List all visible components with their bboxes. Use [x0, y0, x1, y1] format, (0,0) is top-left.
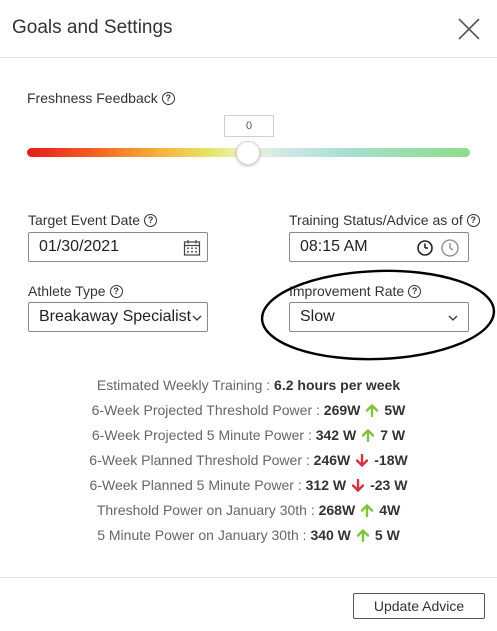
stat-change: -18W [374, 452, 408, 468]
dialog-header: Goals and Settings [0, 0, 497, 58]
stat-label: 6-Week Planned 5 Minute Power : [89, 477, 302, 493]
freshness-slider-thumb[interactable] [236, 141, 260, 165]
training-status-label: Training Status/Advice as of [289, 212, 463, 228]
stat-change: 5W [384, 402, 406, 418]
help-icon[interactable]: ? [109, 284, 123, 298]
stat-row: 5 Minute Power on January 30th : 340 W 5 … [0, 527, 497, 543]
target-event-date-input[interactable]: 01/30/2021 [28, 232, 208, 262]
clock-icon[interactable] [440, 238, 460, 258]
stat-row: 6-Week Projected 5 Minute Power : 342 W 7… [0, 427, 497, 443]
stat-value: 268W [318, 502, 356, 518]
help-icon[interactable]: ? [161, 91, 175, 105]
stat-label: 5 Minute Power on January 30th : [97, 527, 307, 543]
freshness-label: Freshness Feedback [27, 90, 158, 106]
training-status-label-row: Training Status/Advice as of ? [289, 212, 480, 228]
stat-label: 6-Week Planned Threshold Power : [89, 452, 310, 468]
arrow-up-icon [366, 404, 379, 417]
stat-row: Threshold Power on January 30th : 268W 4W [0, 502, 497, 518]
freshness-label-row: Freshness Feedback ? [27, 90, 175, 106]
stat-value: 342 W [315, 427, 357, 443]
stat-change: 5 W [374, 527, 400, 543]
stat-change: 7 W [380, 427, 406, 443]
close-icon [458, 18, 480, 40]
training-status-time-input[interactable]: 08:15 AM [289, 232, 469, 262]
stat-value: 312 W [305, 477, 347, 493]
arrow-up-icon [362, 429, 375, 442]
athlete-type-value: Breakaway Specialist [39, 308, 192, 325]
stat-label: 6-Week Projected 5 Minute Power : [91, 427, 312, 443]
help-icon[interactable]: ? [144, 213, 158, 227]
arrow-down-icon [356, 454, 369, 467]
annotation-ellipse [260, 269, 496, 361]
clock-icon [417, 240, 433, 256]
athlete-type-label-row: Athlete Type ? [28, 283, 123, 299]
stat-row: 6-Week Planned 5 Minute Power : 312 W -23… [0, 477, 497, 493]
stat-label: Threshold Power on January 30th : [96, 502, 315, 518]
target-event-date-value: 01/30/2021 [39, 238, 120, 255]
stat-label: Estimated Weekly Training : [96, 377, 271, 393]
athlete-type-select[interactable]: Breakaway Specialist [28, 302, 208, 332]
dialog-title: Goals and Settings [12, 17, 173, 38]
freshness-value-box: 0 [224, 115, 274, 137]
stat-row: 6-Week Projected Threshold Power : 269W 5… [0, 402, 497, 418]
help-icon[interactable]: ? [466, 213, 480, 227]
stat-label: 6-Week Projected Threshold Power : [91, 402, 320, 418]
target-event-label-row: Target Event Date ? [28, 212, 158, 228]
calendar-icon[interactable] [183, 239, 201, 257]
stat-row: 6-Week Planned Threshold Power : 246W -18… [0, 452, 497, 468]
update-advice-button[interactable]: Update Advice [353, 593, 485, 619]
stat-value: 340 W [310, 527, 351, 543]
stat-change: -23 W [370, 477, 408, 493]
stat-value: 269W [323, 402, 361, 418]
athlete-type-label: Athlete Type [28, 283, 106, 299]
stat-row: Estimated Weekly Training : 6.2 hours pe… [0, 377, 497, 393]
target-event-label: Target Event Date [28, 212, 141, 228]
close-button[interactable] [455, 15, 483, 43]
stat-value: 6.2 hours per week [274, 377, 401, 393]
stat-change: 4W [379, 502, 401, 518]
arrow-up-icon [356, 529, 369, 542]
stat-value: 246W [313, 452, 351, 468]
arrow-down-icon [352, 479, 365, 492]
arrow-up-icon [361, 504, 374, 517]
chevron-down-icon [192, 315, 202, 321]
